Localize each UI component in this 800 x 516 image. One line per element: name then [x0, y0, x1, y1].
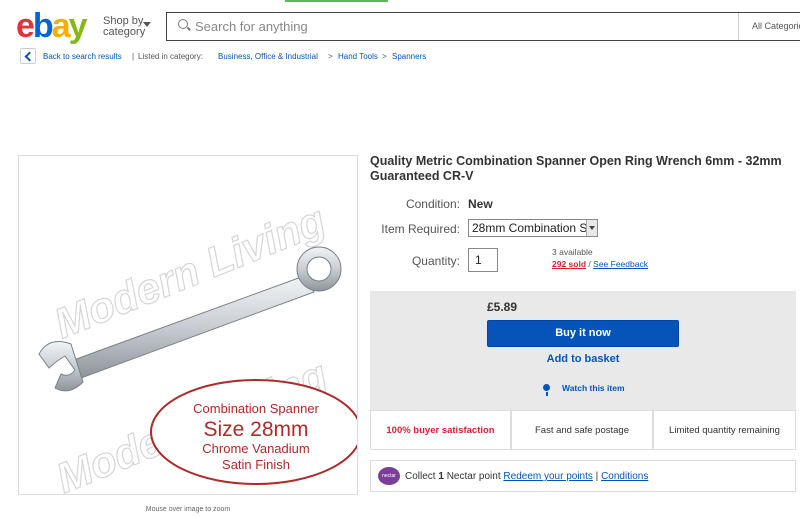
quantity-label: Quantity:: [411, 254, 460, 268]
breadcrumb-category-spanners[interactable]: Spanners: [392, 52, 426, 61]
sold-line: 292 sold / See Feedback: [552, 259, 648, 269]
shop-by-category-button[interactable]: Shop by category: [103, 16, 151, 38]
nectar-text: Collect 1 Nectar point Redeem your point…: [405, 471, 649, 482]
search-icon: [178, 19, 188, 29]
zoom-hint: Mouse over image to zoom: [145, 506, 231, 513]
conditions-link[interactable]: Conditions: [601, 471, 648, 482]
caret-down-icon: [143, 22, 151, 27]
available-count: 3 available: [552, 247, 593, 257]
watch-this-item-link[interactable]: Watch this item: [562, 383, 625, 393]
back-to-search-link[interactable]: Back to search results: [43, 52, 122, 61]
watch-pin-icon: [543, 384, 550, 396]
buy-it-now-button[interactable]: Buy it now: [487, 320, 679, 347]
select-arrow-icon[interactable]: [586, 220, 597, 236]
listing-title: Quality Metric Combination Spanner Open …: [370, 154, 782, 183]
see-feedback-link[interactable]: See Feedback: [593, 259, 648, 269]
fast-safe-postage: Fast and safe postage: [511, 410, 653, 450]
condition-label: Condition:: [405, 197, 460, 211]
category-select[interactable]: All Categories: [738, 13, 800, 40]
breadcrumb-separator: |: [132, 52, 135, 61]
product-image-graphic: Modern Living Modern Living Combination …: [38, 196, 357, 494]
price: £5.89: [487, 300, 518, 314]
size-badge: Combination Spanner Size 28mm Chrome Van…: [150, 379, 357, 485]
badge-line: Chrome Vanadium: [202, 441, 309, 456]
back-arrow-icon[interactable]: [20, 48, 36, 64]
breadcrumb-category-hand-tools[interactable]: Hand Tools: [338, 52, 378, 61]
listed-in-category-label: Listed in category:: [138, 52, 203, 61]
redeem-points-link[interactable]: Redeem your points: [503, 471, 593, 482]
condition-value: New: [468, 197, 493, 211]
sold-link[interactable]: 292 sold: [552, 259, 586, 269]
top-accent-bar: [285, 0, 388, 2]
buyer-satisfaction: 100% buyer satisfaction: [370, 410, 511, 450]
breadcrumb-arrow: >: [328, 52, 333, 61]
add-to-basket-link[interactable]: Add to basket: [487, 353, 679, 365]
nectar-logo-icon: nectar: [378, 467, 400, 485]
category-label: category: [103, 26, 146, 38]
product-image[interactable]: Modern Living Modern Living Combination …: [18, 155, 358, 495]
breadcrumb-arrow: >: [382, 52, 387, 61]
ebay-logo[interactable]: ebay: [16, 8, 88, 44]
badge-line: Combination Spanner: [193, 401, 319, 416]
search-input[interactable]: [195, 14, 725, 39]
badge-line: Size 28mm: [203, 418, 308, 441]
badge-line: Satin Finish: [222, 457, 290, 472]
breadcrumb-category-business[interactable]: Business, Office & Industrial: [218, 52, 318, 61]
quantity-input[interactable]: [468, 248, 498, 272]
sold-separator: /: [588, 259, 591, 269]
item-required-select[interactable]: 28mm Combination Spanner: [468, 219, 598, 237]
limited-quantity: Limited quantity remaining: [653, 410, 796, 450]
item-required-label: Item Required:: [381, 222, 460, 236]
